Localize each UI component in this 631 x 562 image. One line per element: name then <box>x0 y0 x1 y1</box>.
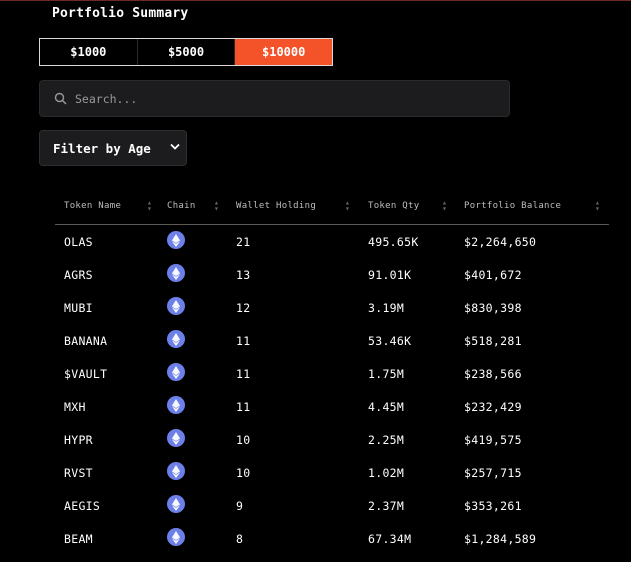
token-name: $VAULT <box>64 367 108 381</box>
token-qty: 91.01K <box>368 268 412 282</box>
token-qty: 2.25M <box>368 433 405 447</box>
ethereum-icon <box>167 429 185 447</box>
column-header-token-name[interactable]: Token Name <box>64 201 121 211</box>
token-name: MUBI <box>64 301 93 315</box>
wallet-holding: 11 <box>236 367 251 381</box>
ethereum-icon <box>167 363 185 381</box>
column-header-chain[interactable]: Chain <box>167 201 196 211</box>
portfolio-balance: $232,429 <box>464 400 522 414</box>
token-name: OLAS <box>64 235 93 249</box>
portfolio-balance: $419,575 <box>464 433 522 447</box>
wallet-holding: 10 <box>236 466 251 480</box>
token-name: RVST <box>64 466 93 480</box>
ethereum-icon <box>167 462 185 480</box>
table-row[interactable]: AEGIS 9 2.37M $353,261 <box>55 489 609 522</box>
wallet-holding: 12 <box>236 301 251 315</box>
wallet-holding: 11 <box>236 400 251 414</box>
wallet-holding: 10 <box>236 433 251 447</box>
wallet-holding: 13 <box>236 268 251 282</box>
portfolio-table: Token Name ▴ ▾ Chain ▴ ▾ Wallet Holding ▴ ▾… <box>55 195 609 555</box>
page-title: Portfolio Summary <box>52 6 189 21</box>
amount-button-10000[interactable]: $10000 <box>234 39 333 65</box>
token-qty: 1.02M <box>368 466 405 480</box>
token-name: AGRS <box>64 268 93 282</box>
token-qty: 3.19M <box>368 301 405 315</box>
ethereum-icon <box>167 396 185 414</box>
table-row[interactable]: BEAM 8 67.34M $1,284,589 <box>55 522 609 555</box>
ethereum-icon <box>167 297 185 315</box>
table-row[interactable]: OLAS 21 495.65K $2,264,650 <box>55 225 609 258</box>
sort-icon[interactable]: ▴ ▾ <box>595 199 600 213</box>
table-row[interactable]: $VAULT 11 1.75M $238,566 <box>55 357 609 390</box>
filter-label: Filter by Age <box>53 140 151 156</box>
token-qty: 4.45M <box>368 400 405 414</box>
top-divider <box>0 0 631 1</box>
token-name: HYPR <box>64 433 93 447</box>
column-header-portfolio-balance[interactable]: Portfolio Balance <box>464 201 561 211</box>
table-row[interactable]: HYPR 10 2.25M $419,575 <box>55 423 609 456</box>
ethereum-icon <box>167 528 185 546</box>
chevron-down-icon <box>170 143 180 150</box>
token-qty: 2.37M <box>368 499 405 513</box>
portfolio-balance: $238,566 <box>464 367 522 381</box>
token-name: MXH <box>64 400 86 414</box>
search-icon <box>54 92 67 105</box>
token-qty: 1.75M <box>368 367 405 381</box>
portfolio-balance: $1,284,589 <box>464 532 537 546</box>
ethereum-icon <box>167 231 185 249</box>
table-body: OLAS 21 495.65K $2,264,650 AGRS 13 91.01K $401,… <box>55 225 609 555</box>
table-header: Token Name ▴ ▾ Chain ▴ ▾ Wallet Holding ▴ ▾… <box>55 195 609 225</box>
search-input[interactable] <box>73 90 477 107</box>
ethereum-icon <box>167 495 185 513</box>
sort-icon[interactable]: ▴ ▾ <box>345 199 350 213</box>
portfolio-balance: $257,715 <box>464 466 522 480</box>
portfolio-balance: $2,264,650 <box>464 235 537 249</box>
portfolio-balance: $518,281 <box>464 334 522 348</box>
sort-icon[interactable]: ▴ ▾ <box>147 199 152 213</box>
column-header-token-qty[interactable]: Token Qty <box>368 201 419 211</box>
token-name: BEAM <box>64 532 93 546</box>
token-qty: 495.65K <box>368 235 419 249</box>
table-row[interactable]: BANANA 11 53.46K $518,281 <box>55 324 609 357</box>
sort-icon[interactable]: ▴ ▾ <box>442 199 447 213</box>
filter-by-age-dropdown[interactable]: Filter by Age <box>39 130 187 166</box>
wallet-holding: 9 <box>236 499 244 513</box>
ethereum-icon <box>167 330 185 348</box>
portfolio-balance: $830,398 <box>464 301 522 315</box>
token-name: AEGIS <box>64 499 101 513</box>
table-row[interactable]: MXH 11 4.45M $232,429 <box>55 390 609 423</box>
amount-selector: $1000 $5000 $10000 <box>39 38 333 66</box>
table-row[interactable]: AGRS 13 91.01K $401,672 <box>55 258 609 291</box>
token-qty: 53.46K <box>368 334 412 348</box>
sort-icon[interactable]: ▴ ▾ <box>214 199 219 213</box>
portfolio-balance: $353,261 <box>464 499 522 513</box>
ethereum-icon <box>167 264 185 282</box>
wallet-holding: 8 <box>236 532 244 546</box>
column-header-wallet-holding[interactable]: Wallet Holding <box>236 201 316 211</box>
search-box <box>39 80 510 117</box>
table-row[interactable]: RVST 10 1.02M $257,715 <box>55 456 609 489</box>
amount-button-5000[interactable]: $5000 <box>136 39 235 65</box>
token-qty: 67.34M <box>368 532 412 546</box>
wallet-holding: 21 <box>236 235 251 249</box>
amount-button-1000[interactable]: $1000 <box>40 39 137 65</box>
wallet-holding: 11 <box>236 334 251 348</box>
token-name: BANANA <box>64 334 108 348</box>
table-row[interactable]: MUBI 12 3.19M $830,398 <box>55 291 609 324</box>
portfolio-balance: $401,672 <box>464 268 522 282</box>
